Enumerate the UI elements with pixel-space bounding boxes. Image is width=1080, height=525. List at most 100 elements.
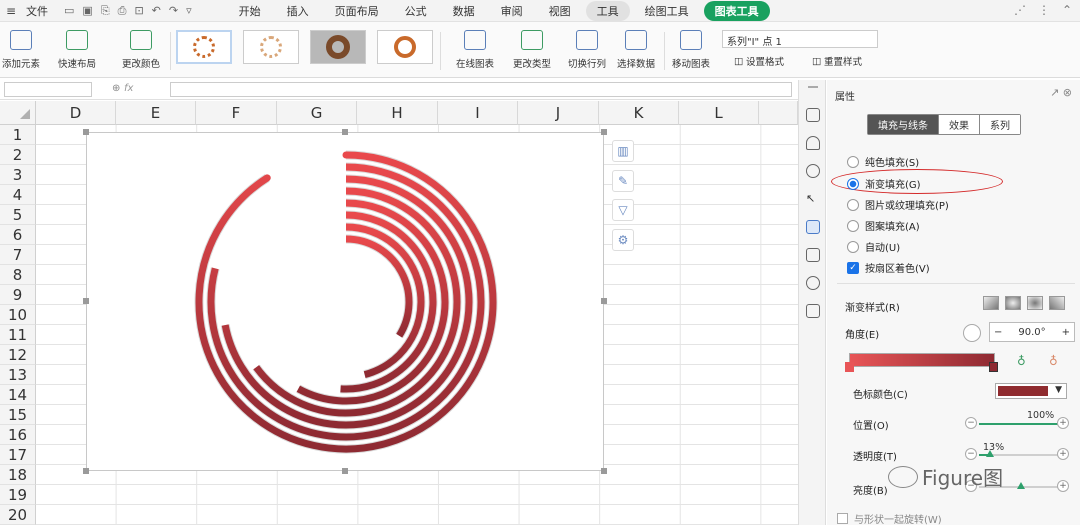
undo-icon[interactable]: ↶ (152, 4, 161, 18)
customize-icon[interactable]: ▿ (186, 4, 192, 18)
column-header[interactable]: L (679, 101, 759, 125)
more-icon[interactable]: ⋮ (1038, 3, 1050, 17)
checkbox-checked-icon[interactable]: ✓ (847, 261, 859, 274)
gradient-rect-icon[interactable] (1027, 296, 1043, 310)
rotate-with-shape-option[interactable]: 与形状一起旋转(W) (837, 511, 942, 525)
column-header[interactable]: J (518, 101, 599, 125)
row-header[interactable]: 6 (0, 225, 36, 245)
redo-icon[interactable]: ↷ (169, 4, 178, 18)
collapse-icon[interactable]: ⌃ (1062, 3, 1072, 17)
resize-handle[interactable] (83, 129, 89, 135)
shape-icon[interactable] (806, 108, 820, 122)
print-icon[interactable]: ⎙ (118, 4, 127, 18)
resize-handle[interactable] (342, 129, 348, 135)
row-header[interactable]: 11 (0, 325, 36, 345)
auto-fill-option[interactable]: 自动(U) (847, 239, 900, 254)
style-icon[interactable] (806, 164, 820, 178)
folder-icon[interactable]: ▭ (64, 4, 74, 18)
angle-stepper[interactable]: − 90.0° + (989, 322, 1075, 342)
tab-home[interactable]: 开始 (228, 1, 272, 21)
online-chart-button[interactable]: 在线图表 (456, 30, 494, 70)
row-header[interactable]: 8 (0, 265, 36, 285)
resize-handle[interactable] (601, 129, 607, 135)
angle-dial[interactable] (963, 324, 981, 342)
checkbox[interactable] (837, 513, 848, 524)
resize-handle[interactable] (601, 468, 607, 474)
plus-icon[interactable]: + (1062, 327, 1070, 338)
gradient-stop-end[interactable] (989, 362, 998, 372)
position-slider[interactable] (979, 419, 1067, 426)
row-header[interactable]: 18 (0, 465, 36, 485)
row-header[interactable]: 20 (0, 505, 36, 525)
brightness-plus-icon[interactable]: + (1057, 480, 1069, 492)
radio-button[interactable] (847, 219, 859, 232)
change-type-button[interactable]: 更改类型 (513, 30, 551, 70)
add-stop-icon[interactable]: ♁ (1017, 354, 1026, 368)
hamburger-icon[interactable]: ≡ (6, 4, 20, 18)
gradient-stop-start[interactable] (845, 362, 854, 372)
position-minus-icon[interactable]: − (965, 417, 977, 429)
tab-page-layout[interactable]: 页面布局 (324, 1, 390, 21)
column-header[interactable]: F (196, 101, 277, 125)
add-element-button[interactable]: 添加元素 (2, 30, 40, 70)
column-header[interactable]: E (116, 101, 196, 125)
tab-data[interactable]: 数据 (442, 1, 486, 21)
column-header[interactable]: H (357, 101, 438, 125)
slider-knob[interactable] (1017, 482, 1025, 489)
properties-icon[interactable] (806, 220, 820, 234)
quick-layout-button[interactable]: 快速布局 (58, 30, 96, 70)
row-header[interactable]: 12 (0, 345, 36, 365)
resize-handle[interactable] (342, 468, 348, 474)
export-icon[interactable]: ⎘ (101, 4, 110, 18)
switch-row-col-button[interactable]: 切换行列 (568, 30, 606, 70)
row-header[interactable]: 2 (0, 145, 36, 165)
radio-button[interactable] (847, 240, 859, 253)
reset-style-button[interactable]: ◫ 重置样式 (812, 54, 862, 69)
gradient-linear-icon[interactable] (983, 296, 999, 310)
radio-button[interactable] (847, 155, 859, 168)
picture-fill-option[interactable]: 图片或纹理填充(P) (847, 197, 949, 212)
tab-series[interactable]: 系列 (980, 115, 1020, 134)
tab-effects[interactable]: 效果 (939, 115, 980, 134)
row-header[interactable]: 14 (0, 385, 36, 405)
move-chart-button[interactable]: 移动图表 (672, 30, 710, 70)
chart-style-3[interactable] (310, 30, 366, 64)
selection-icon[interactable] (806, 248, 820, 262)
row-header[interactable]: 7 (0, 245, 36, 265)
radio-button[interactable] (847, 198, 859, 211)
tab-view[interactable]: 视图 (538, 1, 582, 21)
tab-insert[interactable]: 插入 (276, 1, 320, 21)
image-icon[interactable] (806, 304, 820, 318)
tab-tools[interactable]: 工具 (585, 0, 630, 21)
row-header[interactable]: 5 (0, 205, 36, 225)
row-header[interactable]: 17 (0, 445, 36, 465)
row-header[interactable]: 9 (0, 285, 36, 305)
change-color-button[interactable]: 更改颜色 (122, 30, 160, 70)
row-header[interactable]: 1 (0, 125, 36, 145)
row-header[interactable]: 16 (0, 425, 36, 445)
resize-handle[interactable] (83, 468, 89, 474)
radial-bar-chart[interactable] (87, 133, 605, 472)
chart-style-2[interactable] (243, 30, 299, 64)
position-plus-icon[interactable]: + (1057, 417, 1069, 429)
fill-icon[interactable] (806, 136, 820, 150)
column-header[interactable] (759, 101, 798, 125)
gradient-path-icon[interactable] (1049, 296, 1065, 310)
column-header[interactable]: I (438, 101, 518, 125)
chart-elements-icon[interactable]: ▥ (612, 140, 634, 162)
history-icon[interactable] (806, 276, 820, 290)
tab-review[interactable]: 审阅 (490, 1, 534, 21)
resize-handle[interactable] (601, 298, 607, 304)
row-header[interactable]: 13 (0, 365, 36, 385)
vary-by-sector-option[interactable]: ✓ 按扇区着色(V) (847, 260, 930, 275)
select-all-corner[interactable] (0, 101, 36, 125)
select-data-button[interactable]: 选择数据 (617, 30, 655, 70)
slider-knob[interactable] (985, 450, 994, 457)
tab-drawing-tools[interactable]: 绘图工具 (634, 1, 700, 21)
transparency-minus-icon[interactable]: − (965, 448, 977, 460)
row-header[interactable]: 4 (0, 185, 36, 205)
stop-color-picker[interactable]: ▼ (995, 383, 1067, 399)
transparency-slider[interactable] (979, 450, 1063, 457)
column-header[interactable]: D (36, 101, 116, 125)
remove-stop-icon[interactable]: ♁ (1049, 354, 1058, 368)
